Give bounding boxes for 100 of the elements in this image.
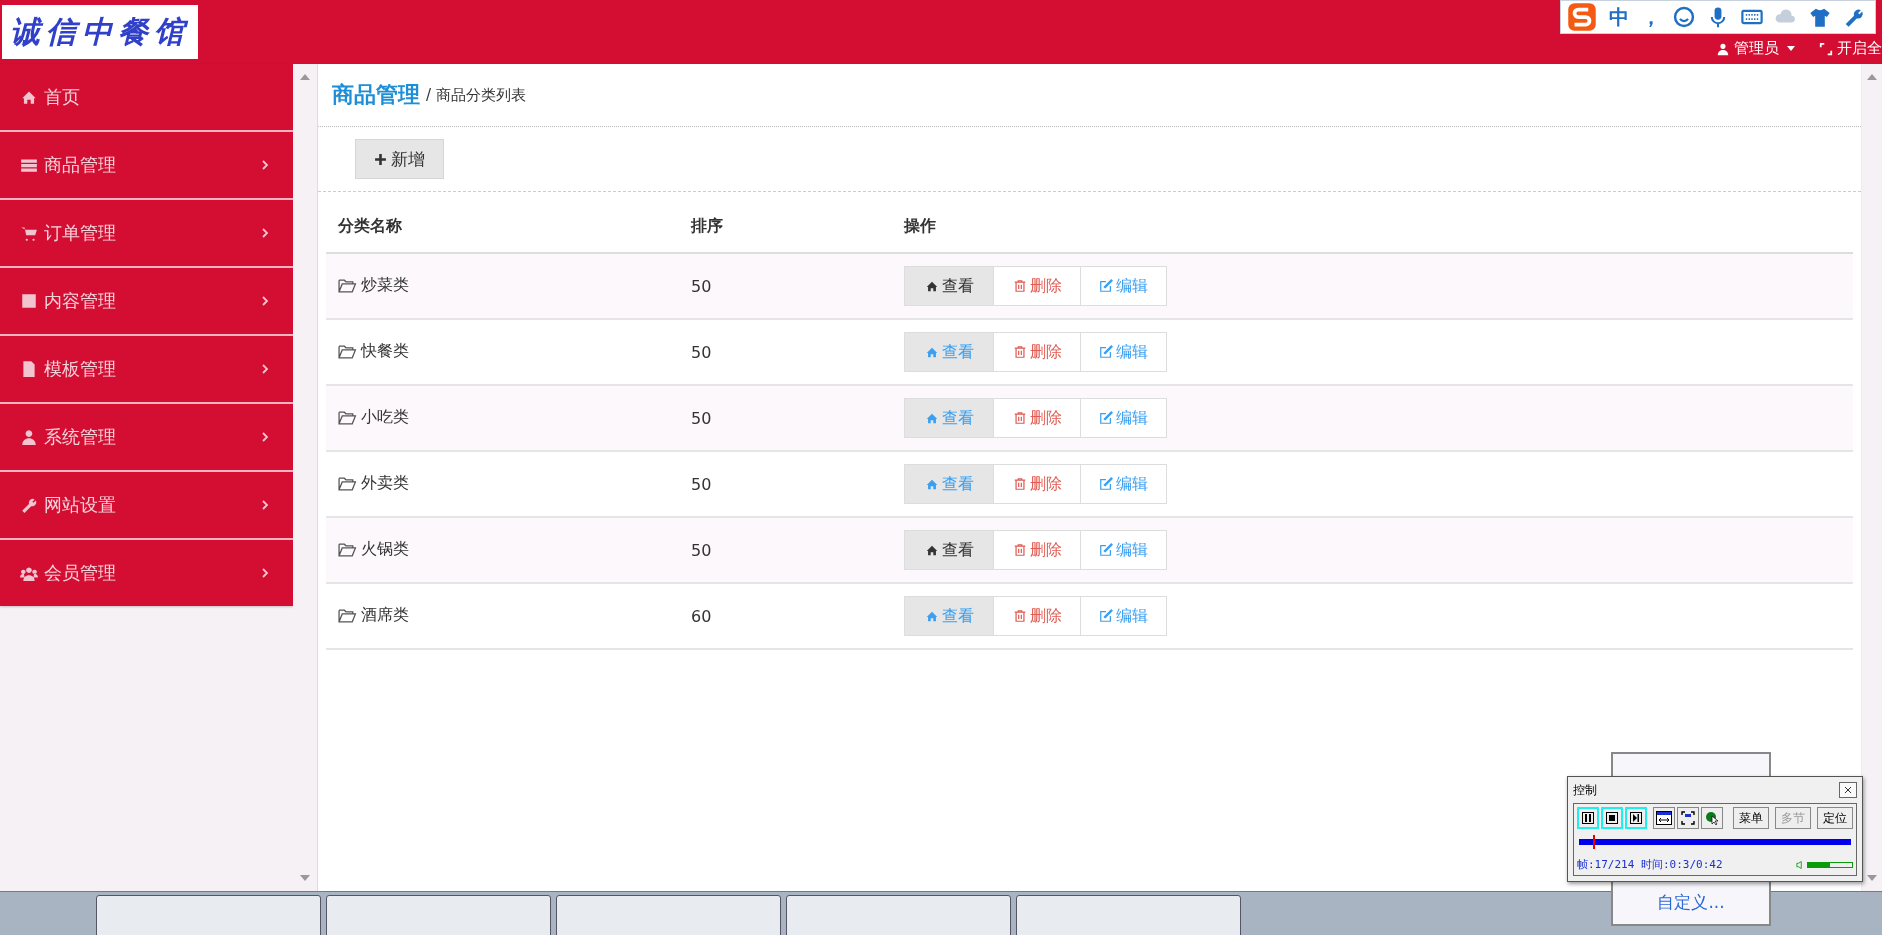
- recorder-button[interactable]: 定位: [1817, 807, 1853, 829]
- ime-punctuation[interactable]: ，: [1641, 3, 1661, 31]
- ime-mode[interactable]: 中: [1609, 3, 1629, 31]
- close-button[interactable]: [1839, 782, 1857, 798]
- trash-icon: [1012, 609, 1027, 623]
- taskbar-tab[interactable]: [1016, 895, 1241, 935]
- view-button[interactable]: 查看: [904, 266, 994, 306]
- delete-button[interactable]: 删除: [993, 332, 1081, 372]
- taskbar-tab[interactable]: [96, 895, 321, 935]
- sort-order: 50: [691, 540, 712, 560]
- stop-icon: [1606, 812, 1618, 824]
- edit-button[interactable]: 编辑: [1080, 332, 1167, 372]
- cart-icon: [20, 224, 38, 242]
- category-name: 外卖类: [338, 473, 409, 494]
- user-icon: [1716, 41, 1730, 56]
- breadcrumb-page: / 商品分类列表: [426, 85, 526, 105]
- chevron-icon: [261, 227, 269, 239]
- step-forward-icon: [1630, 812, 1642, 824]
- view-button[interactable]: 查看: [904, 530, 994, 570]
- shirt-icon[interactable]: [1809, 6, 1831, 28]
- pause-button[interactable]: [1577, 807, 1599, 829]
- breadcrumb-section[interactable]: 商品管理: [332, 80, 420, 110]
- folder-icon: [338, 410, 357, 425]
- fullscreen-link[interactable]: 开启全: [1819, 39, 1882, 58]
- view-button[interactable]: 查看: [904, 332, 994, 372]
- edit-icon: [1099, 279, 1113, 293]
- category-name: 快餐类: [338, 341, 409, 362]
- trash-icon: [1012, 543, 1027, 557]
- plus-icon: [374, 152, 387, 166]
- edit-icon: [1099, 543, 1113, 557]
- edit-button[interactable]: 编辑: [1080, 266, 1167, 306]
- chevron-icon: [261, 159, 269, 171]
- edit-icon: [1099, 345, 1113, 359]
- chevron-icon: [261, 295, 269, 307]
- logo: 诚信中餐馆: [2, 5, 198, 59]
- column-header: 排序: [691, 215, 723, 235]
- add-button[interactable]: 新增: [355, 139, 444, 179]
- folder-icon: [338, 608, 357, 623]
- taskbar-tab[interactable]: [786, 895, 1011, 935]
- home-icon: [924, 609, 939, 623]
- admin-menu[interactable]: 管理员: [1716, 39, 1795, 58]
- category-name: 酒席类: [338, 605, 409, 626]
- folder-icon: [338, 476, 357, 491]
- taskbar-tab[interactable]: [556, 895, 781, 935]
- category-name: 火锅类: [338, 539, 409, 560]
- category-name: 炒菜类: [338, 275, 409, 296]
- delete-button[interactable]: 删除: [993, 266, 1081, 306]
- edit-icon: [1099, 477, 1113, 491]
- edit-icon: [1099, 411, 1113, 425]
- playhead[interactable]: [1592, 835, 1595, 849]
- sort-order: 50: [691, 474, 712, 494]
- pause-icon: [1582, 812, 1594, 824]
- folder-icon: [338, 278, 357, 293]
- trash-icon: [1012, 279, 1027, 293]
- expand-icon: [1819, 41, 1833, 56]
- fullscreen-icon: [1681, 811, 1695, 825]
- delete-button[interactable]: 删除: [993, 464, 1081, 504]
- sort-order: 60: [691, 606, 712, 626]
- chevron-icon: [261, 567, 269, 579]
- wrench-icon: [20, 496, 38, 514]
- menu-item[interactable]: 自定义...: [1657, 891, 1725, 914]
- edit-button[interactable]: 编辑: [1080, 596, 1167, 636]
- sort-order: 50: [691, 276, 712, 296]
- playback-status: 帧:17/214 时间:0:3/0:42: [1577, 857, 1724, 872]
- taskbar-tab[interactable]: [326, 895, 551, 935]
- view-button[interactable]: 查看: [904, 464, 994, 504]
- delete-button[interactable]: 删除: [993, 398, 1081, 438]
- cursor-button[interactable]: [1701, 807, 1723, 829]
- home-icon: [924, 345, 939, 359]
- delete-button[interactable]: 删除: [993, 530, 1081, 570]
- delete-button[interactable]: 删除: [993, 596, 1081, 636]
- document-icon: [20, 360, 38, 378]
- recorder-button[interactable]: 菜单: [1733, 807, 1769, 829]
- sidebar-item[interactable]: 会员管理: [0, 540, 293, 606]
- speaker-icon: [1796, 859, 1803, 870]
- edit-button[interactable]: 编辑: [1080, 464, 1167, 504]
- close-icon: [1844, 786, 1852, 794]
- window-size-button[interactable]: [1653, 807, 1675, 829]
- category-name: 小吃类: [338, 407, 409, 428]
- smiley-icon[interactable]: [1673, 6, 1695, 28]
- stop-button[interactable]: [1601, 807, 1623, 829]
- volume-slider[interactable]: [1807, 861, 1853, 868]
- edit-button[interactable]: 编辑: [1080, 530, 1167, 570]
- trash-icon: [1012, 345, 1027, 359]
- sort-order: 50: [691, 408, 712, 428]
- folder-icon: [338, 542, 357, 557]
- sort-order: 50: [691, 342, 712, 362]
- trash-icon: [1012, 411, 1027, 425]
- step-button[interactable]: [1625, 807, 1647, 829]
- home-icon: [924, 411, 939, 425]
- fullscreen-button[interactable]: [1677, 807, 1699, 829]
- view-button[interactable]: 查看: [904, 398, 994, 438]
- square-icon: [20, 292, 38, 310]
- window-icon: [1656, 811, 1672, 825]
- edit-icon: [1099, 609, 1113, 623]
- trash-icon: [1012, 477, 1027, 491]
- edit-button[interactable]: 编辑: [1080, 398, 1167, 438]
- home-icon: [924, 477, 939, 491]
- view-button[interactable]: 查看: [904, 596, 994, 636]
- user-icon: [20, 428, 38, 446]
